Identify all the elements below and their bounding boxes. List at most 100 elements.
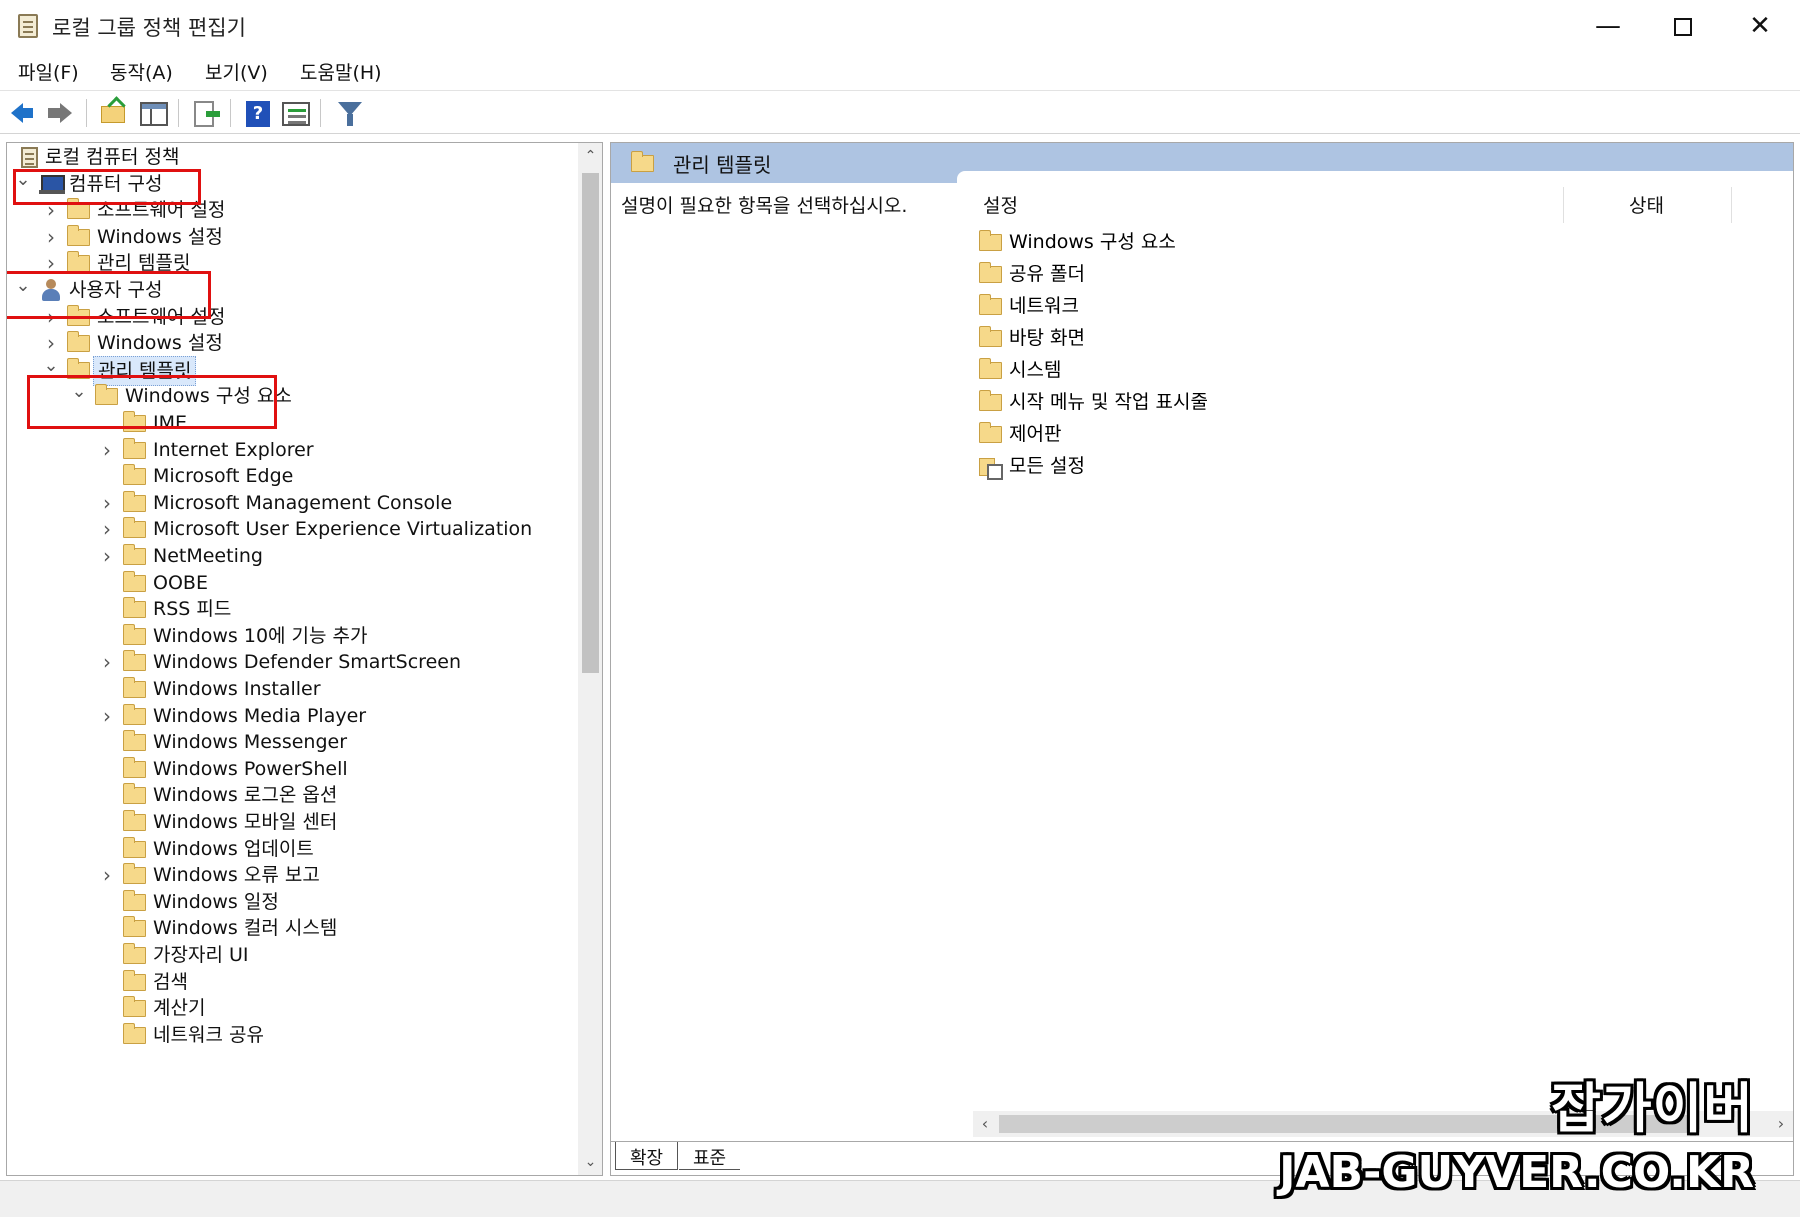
tree-item-label: Windows 로그온 옵션: [153, 784, 338, 807]
properties-icon: [282, 102, 310, 126]
title-bar: 로컬 그룹 정책 편집기 — ✕: [0, 0, 1800, 52]
folder-icon: [123, 756, 146, 778]
tab-standard[interactable]: 표준: [679, 1142, 741, 1170]
close-button[interactable]: ✕: [1722, 0, 1798, 52]
menu-help[interactable]: 도움말(H): [300, 58, 382, 85]
back-button[interactable]: [8, 97, 40, 129]
chevron-right-icon[interactable]: ›: [99, 542, 115, 570]
details-pane: 관리 템플릿 설명이 필요한 항목을 선택하십시오. 설정 상태 Windows…: [610, 142, 1794, 1176]
tree-item-label: Windows 오류 보고: [153, 864, 320, 887]
tree-item-label: Windows Media Player: [153, 704, 367, 727]
chevron-right-icon[interactable]: ›: [99, 436, 115, 464]
folder-icon: [123, 783, 146, 805]
folder-icon: [979, 326, 1002, 347]
scroll-down-arrow-icon[interactable]: ⌄: [578, 1149, 602, 1175]
list-item-label: 모든 설정: [1009, 455, 1085, 477]
folder-icon: [67, 331, 90, 353]
toolbar-separator: [178, 99, 179, 127]
folder-icon: [123, 996, 146, 1018]
maximize-button[interactable]: [1645, 0, 1721, 52]
column-divider[interactable]: [1731, 187, 1732, 223]
list-item-label: 제어판: [1009, 423, 1062, 445]
chevron-right-icon[interactable]: ›: [99, 648, 115, 676]
tab-extended[interactable]: 확장: [615, 1142, 679, 1170]
properties-button[interactable]: [280, 97, 312, 129]
window-title: 로컬 그룹 정책 편집기: [52, 16, 246, 40]
scroll-left-arrow-icon[interactable]: ‹: [973, 1111, 997, 1137]
tree-vertical-scrollbar[interactable]: ⌃ ⌄: [578, 143, 602, 1175]
column-header-setting[interactable]: 설정: [983, 191, 1018, 218]
folder-icon: [123, 677, 146, 698]
filter-button[interactable]: [334, 97, 366, 129]
scrollbar-thumb[interactable]: [582, 173, 599, 673]
tree-item-label: RSS 피드: [153, 598, 232, 621]
toolbar-separator: [86, 99, 87, 127]
export-icon: [194, 101, 220, 127]
tree-item-label: NetMeeting: [153, 545, 263, 567]
back-arrow-icon: [11, 103, 33, 123]
description-text: 설명이 필요한 항목을 선택하십시오.: [621, 195, 908, 217]
tree-item-label: 네트워크 공유: [153, 1023, 264, 1046]
folder-icon: [123, 517, 146, 539]
tree-item-label: Windows 컬러 시스템: [153, 917, 338, 940]
up-one-level-button[interactable]: [98, 97, 130, 129]
forward-button[interactable]: [44, 97, 76, 129]
tree-item-label: Windows 설정: [97, 332, 223, 355]
folder-icon: [631, 151, 654, 172]
settings-icon: [979, 456, 1003, 480]
highlight-administrative-templates: [27, 375, 277, 429]
help-button[interactable]: ?: [242, 97, 274, 129]
folder-icon: [979, 262, 1002, 283]
list-item-label: 시작 메뉴 및 작업 표시줄: [1009, 391, 1208, 413]
toolbar-separator: [320, 99, 321, 127]
tree-item-label: Windows Installer: [153, 678, 321, 700]
tree-item-label: OOBE: [153, 571, 208, 594]
folder-icon: [123, 1022, 146, 1044]
column-header-status[interactable]: 상태: [1629, 191, 1664, 218]
chevron-right-icon[interactable]: ›: [99, 489, 115, 517]
list-item-label: 시스템: [1009, 359, 1062, 381]
folder-icon: [979, 294, 1002, 315]
highlight-computer-configuration: [13, 169, 201, 205]
tree-item-label: Windows Messenger: [153, 731, 348, 754]
folder-icon: [123, 863, 146, 885]
watermark-brand: 잡가이버: [1551, 1077, 1754, 1140]
tree-item-label: Microsoft User Experience Virtualization: [153, 518, 533, 541]
folder-icon: [123, 916, 146, 938]
chevron-right-icon[interactable]: ›: [43, 223, 59, 251]
console-tree: 로컬 컴퓨터 정책 ⌄ 컴퓨터 구성 › 소프트웨어 설정 › Windows 설정 › 관리 …: [6, 142, 603, 1176]
watermark-url: JAB-GUYVER.CO.KR: [1279, 1147, 1754, 1198]
tree-item-label: Windows 모바일 센터: [153, 811, 338, 833]
folder-icon: [123, 544, 146, 565]
list-item-label: 공유 폴더: [1009, 263, 1085, 285]
scroll-up-arrow-icon[interactable]: ⌃: [578, 143, 602, 169]
maximize-icon: [1674, 17, 1692, 36]
folder-icon: [67, 224, 90, 246]
menu-view[interactable]: 보기(V): [205, 58, 268, 85]
menu-file[interactable]: 파일(F): [18, 58, 79, 85]
folder-icon: [123, 464, 146, 486]
chevron-right-icon[interactable]: ›: [99, 861, 115, 889]
menu-action[interactable]: 동작(A): [110, 58, 173, 85]
chevron-right-icon[interactable]: ›: [99, 702, 115, 730]
tree-item-label: Windows 설정: [97, 225, 223, 248]
highlight-user-configuration: [7, 271, 211, 319]
tree-item-label: 로컬 컴퓨터 정책: [45, 146, 180, 168]
chevron-right-icon[interactable]: ›: [43, 329, 59, 357]
policy-editor-icon: [18, 14, 38, 38]
folder-icon: [123, 810, 146, 831]
tree-item-label: 검색: [153, 970, 188, 993]
column-divider[interactable]: [1563, 187, 1564, 223]
folder-icon: [123, 730, 146, 752]
scroll-right-arrow-icon[interactable]: ›: [1769, 1111, 1793, 1137]
show-hide-console-tree-button[interactable]: [138, 97, 170, 129]
export-list-button[interactable]: [190, 97, 222, 129]
tree-item-label: Windows Defender SmartScreen: [153, 651, 461, 674]
tree-item-label: 계산기: [153, 997, 206, 1020]
folder-icon: [123, 969, 146, 991]
minimize-button[interactable]: —: [1570, 0, 1646, 52]
folder-icon: [979, 422, 1002, 443]
folder-icon: [123, 490, 146, 512]
folder-icon: [67, 251, 90, 273]
chevron-right-icon[interactable]: ›: [99, 515, 115, 543]
